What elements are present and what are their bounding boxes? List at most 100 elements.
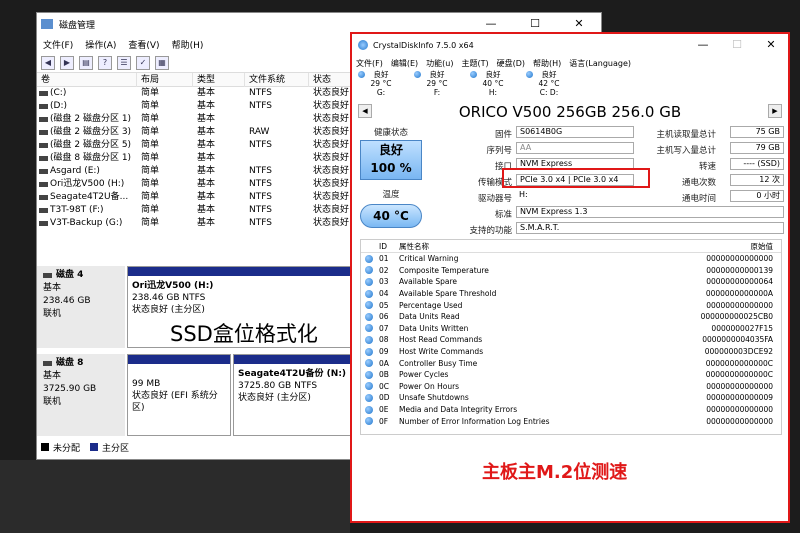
volume-type: 基本 (197, 153, 216, 163)
menu-item[interactable]: 主题(T) (461, 58, 488, 69)
caption-ssd: SSD盒位格式化 (170, 322, 318, 346)
smart-row[interactable]: 05 Percentage Used 00000000000000 (361, 299, 781, 311)
volume-icon (39, 91, 48, 96)
prev-drive-icon[interactable]: ◀ (358, 104, 372, 118)
col-filesystem[interactable]: 文件系统 (245, 73, 309, 87)
crystaldiskinfo-window: CrystalDiskInfo 7.5.0 x64 — ☐ ✕ 文件(F) 编辑(… (350, 32, 790, 523)
drive-tab[interactable]: 良好 42 °C C: D: (526, 70, 568, 102)
health-status: 良好 (378, 143, 403, 157)
col-raw[interactable]: 原始值 (651, 241, 775, 252)
console-icon[interactable]: ▤ (79, 55, 93, 70)
firmware-label: 固件 (494, 130, 512, 140)
menu-view[interactable]: 查看(V) (128, 38, 159, 51)
menu-help[interactable]: 帮助(H) (172, 38, 204, 51)
disk-type: 基本 (43, 371, 62, 381)
smart-row[interactable]: 0B Power Cycles 0000000000000C (361, 369, 781, 381)
volume-layout: 简单 (141, 101, 160, 111)
menu-item[interactable]: 编辑(E) (391, 58, 418, 69)
menu-item[interactable]: 语言(Language) (569, 58, 631, 69)
list-icon[interactable]: ☰ (117, 55, 131, 70)
smart-raw: 00000000000009 (706, 393, 773, 403)
status-dot-icon (365, 289, 373, 298)
titlebar: CrystalDiskInfo 7.5.0 x64 — ☐ ✕ (352, 34, 788, 56)
menu-item[interactable]: 功能(u) (426, 58, 453, 69)
power-hours-label: 通电时间 (681, 194, 716, 204)
smart-row[interactable]: 0E Media and Data Integrity Errors 00000… (361, 404, 781, 416)
volume-type: 基本 (197, 205, 216, 215)
properties-icon[interactable]: ▦ (155, 55, 169, 70)
smart-raw: 000000000025CB0 (700, 312, 773, 322)
smart-row[interactable]: 0C Power On Hours 00000000000000 (361, 381, 781, 393)
check-icon[interactable]: ✓ (136, 55, 150, 70)
smart-row[interactable]: 01 Critical Warning 00000000000000 (361, 253, 781, 265)
volume-icon (39, 182, 48, 187)
next-drive-icon[interactable]: ▶ (768, 104, 782, 118)
partition-efi[interactable]: 99 MB 状态良好 (EFI 系统分区) (127, 354, 231, 436)
drive-letter: G: (376, 88, 386, 97)
col-id[interactable]: ID (379, 242, 399, 251)
serial-label: 序列号 (486, 146, 512, 156)
smart-raw: 00000000000064 (706, 277, 773, 287)
window-title: 磁盘管理 (59, 20, 96, 31)
maximize-button[interactable]: ☐ (720, 34, 754, 56)
smart-row[interactable]: 08 Host Read Commands 0000000004035FA (361, 334, 781, 346)
disk-status: 联机 (43, 397, 62, 407)
col-attribute[interactable]: 属性名称 (399, 241, 651, 252)
smart-row[interactable]: 0F Number of Error Information Log Entri… (361, 415, 781, 427)
help-icon[interactable]: ? (98, 55, 112, 70)
volume-name: Ori迅龙V500 (H:) (37, 178, 137, 191)
drive-letter: F: (433, 88, 441, 97)
volume-type: 基本 (197, 140, 216, 150)
menu-action[interactable]: 操作(A) (85, 38, 116, 51)
back-icon[interactable]: ◀ (41, 55, 55, 70)
drive-tab[interactable]: 良好 29 °C G: (358, 70, 400, 102)
status-dot-icon (365, 370, 373, 379)
drive-tab[interactable]: 良好 40 °C H: (470, 70, 512, 102)
close-button[interactable]: ✕ (754, 34, 788, 56)
menu-item[interactable]: 帮助(H) (533, 58, 561, 69)
minimize-button[interactable]: — (686, 34, 720, 56)
smart-raw: 000000003DCE92 (704, 347, 773, 357)
volume-layout: 简单 (141, 114, 160, 124)
status-dot-icon (365, 301, 373, 310)
volume-type: 基本 (197, 218, 216, 228)
drive-tab[interactable]: 良好 29 °C F: (414, 70, 456, 102)
volume-name: (D:) (37, 100, 137, 113)
drive-tabs: 良好 29 °C G: 良好 29 °C F: 良好 40 °C H: 良好 4… (352, 70, 788, 102)
standard-value: NVM Express 1.3 (516, 206, 784, 218)
smart-row[interactable]: 0A Controller Busy Time 0000000000000C (361, 357, 781, 369)
smart-raw: 00000000000000 (706, 300, 773, 310)
drive-status: 良好 (373, 70, 389, 79)
smart-row[interactable]: 07 Data Units Written 0000000027F15 (361, 323, 781, 335)
col-volume[interactable]: 卷 (37, 73, 137, 87)
drive-status: 良好 (541, 70, 557, 79)
forward-icon[interactable]: ▶ (60, 55, 74, 70)
smart-attribute: Unsafe Shutdowns (399, 393, 469, 403)
smart-id: 02 (379, 265, 389, 275)
menu-item[interactable]: 硬盘(D) (497, 58, 525, 69)
smart-raw: 00000000000139 (706, 265, 773, 275)
smart-row[interactable]: 06 Data Units Read 000000000025CB0 (361, 311, 781, 323)
smart-raw: 0000000027F15 (711, 323, 773, 333)
menu-file[interactable]: 文件(F) (43, 38, 73, 51)
smart-row[interactable]: 09 Host Write Commands 000000003DCE92 (361, 346, 781, 358)
smart-attribute: Number of Error Information Log Entries (399, 416, 550, 426)
disk-label[interactable]: 磁盘 4 基本 238.46 GB 联机 (37, 266, 125, 348)
smart-row[interactable]: 04 Available Spare Threshold 00000000000… (361, 288, 781, 300)
volume-type: 基本 (197, 114, 216, 124)
menu-item[interactable]: 文件(F) (356, 58, 383, 69)
disk-label[interactable]: 磁盘 8 基本 3725.90 GB 联机 (37, 354, 125, 436)
col-layout[interactable]: 布局 (137, 73, 193, 87)
smart-attribute: Percentage Used (399, 300, 463, 310)
smart-raw: 00000000000000 (706, 254, 773, 264)
smart-row[interactable]: 0D Unsafe Shutdowns 00000000000009 (361, 392, 781, 404)
firmware-value: S0614B0G (516, 126, 634, 138)
volume-name: (磁盘 8 磁盘分区 1) (37, 152, 137, 165)
smart-row[interactable]: 03 Available Spare 00000000000064 (361, 276, 781, 288)
smart-raw: 0000000000000A (705, 289, 773, 299)
drive-letter-value: H: (516, 190, 634, 202)
smart-row[interactable]: 02 Composite Temperature 00000000000139 (361, 265, 781, 277)
smart-id: 03 (379, 277, 389, 287)
status-dot-icon (365, 312, 373, 321)
col-type[interactable]: 类型 (193, 73, 245, 87)
